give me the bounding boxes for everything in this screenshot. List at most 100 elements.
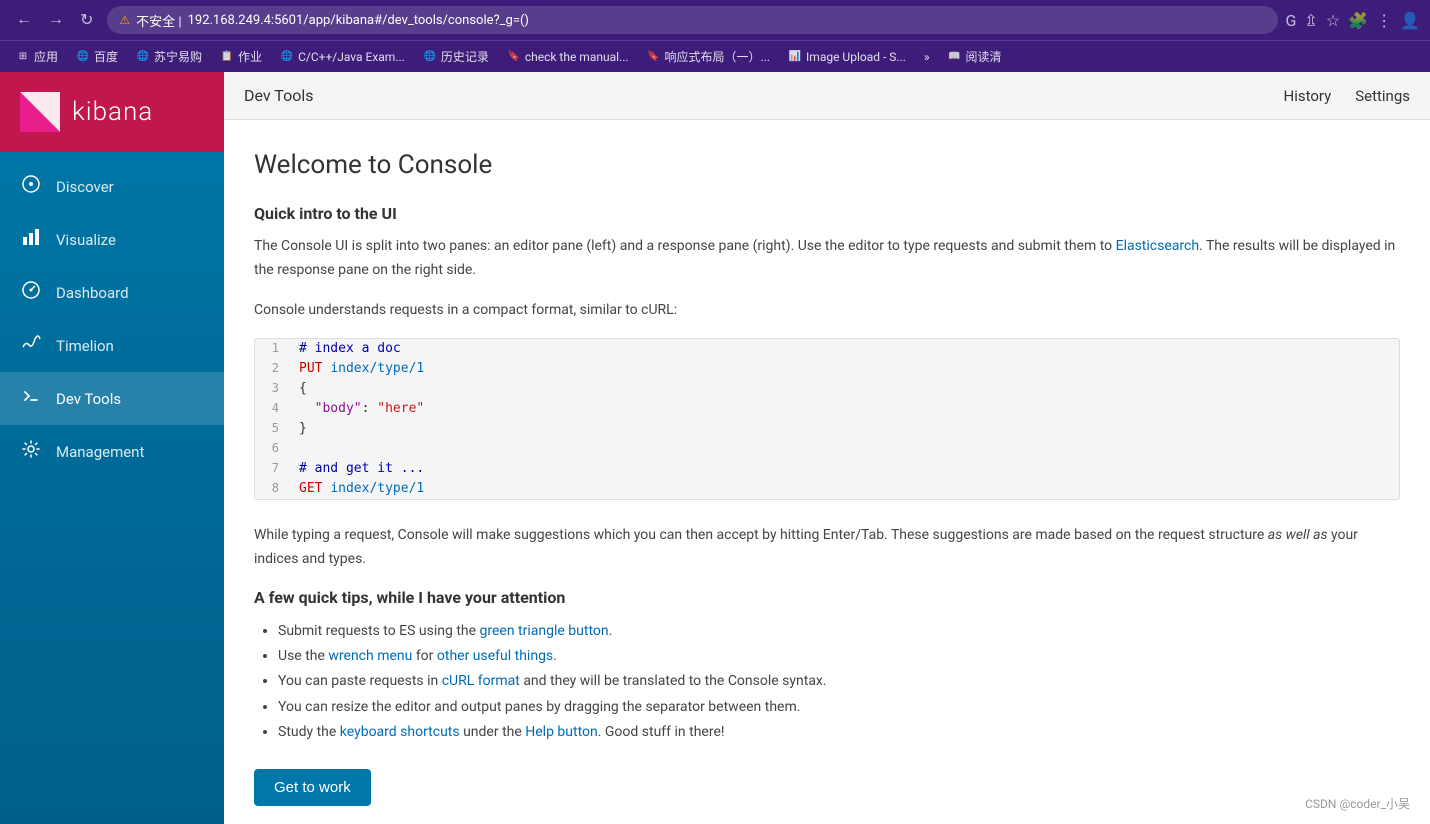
code-content-8: GET index/type/1 (291, 479, 1399, 498)
code-example-block: 1 # index a doc 2 PUT index/type/1 3 { 4 (254, 338, 1400, 500)
sidebar-item-management[interactable]: Management (0, 425, 224, 478)
green-triangle-link[interactable]: green triangle button (480, 623, 609, 639)
bookmark-manual[interactable]: 🔖 check the manual... (499, 47, 637, 67)
forward-button[interactable]: → (42, 7, 70, 33)
visualize-icon (20, 227, 42, 252)
back-button[interactable]: ← (10, 7, 38, 33)
bookmark-suning-label: 苏宁易购 (154, 48, 202, 65)
code-content-6 (291, 439, 1399, 443)
sidebar-item-dashboard[interactable]: Dashboard (0, 266, 224, 319)
sidebar-item-dashboard-label: Dashboard (56, 284, 129, 302)
sidebar-logo-text: kibana (72, 97, 153, 127)
code-content-7: # and get it ... (291, 459, 1399, 478)
translate-icon[interactable]: G (1286, 11, 1297, 30)
code-content-2: PUT index/type/1 (291, 359, 1399, 378)
bookmark-more-label: » (924, 50, 930, 64)
value-here: "here" (377, 401, 424, 416)
bookmark-manual-label: check the manual... (525, 50, 629, 64)
sidebar-item-devtools[interactable]: Dev Tools (0, 372, 224, 425)
history-bk-icon: 🌐 (423, 50, 437, 64)
bookmark-zuoye-label: 作业 (238, 48, 262, 65)
bookmark-zuoye[interactable]: 📋 作业 (212, 45, 270, 68)
url-value: 192.168.249.4:5601/app/kibana#/dev_tools… (188, 13, 529, 28)
suning-icon: 🌐 (136, 50, 150, 64)
sidebar-item-timelion[interactable]: Timelion (0, 319, 224, 372)
get-path: index/type/1 (330, 481, 424, 496)
apps-icon: ⊞ (16, 50, 30, 64)
bookmark-more[interactable]: » (916, 47, 938, 67)
keyboard-shortcuts-link[interactable]: keyboard shortcuts (340, 724, 460, 740)
code-line-1: 1 # index a doc (255, 339, 1399, 359)
extensions-icon[interactable]: 🧩 (1348, 11, 1368, 30)
curl-format-link[interactable]: cURL format (442, 673, 520, 689)
bookmark-suning[interactable]: 🌐 苏宁易购 (128, 45, 210, 68)
bookmark-read[interactable]: 📖 阅读清 (940, 45, 1010, 68)
share-icon[interactable]: ⇫ (1304, 11, 1317, 30)
bookmark-history[interactable]: 🌐 历史记录 (415, 45, 497, 68)
key-body: "body" (315, 401, 362, 416)
code-content-3: { (291, 379, 1399, 398)
welcome-panel: Welcome to Console Quick intro to the UI… (224, 120, 1430, 824)
put-method: PUT (299, 361, 322, 376)
bookmark-icon[interactable]: ☆ (1326, 11, 1340, 30)
address-bar[interactable]: ⚠ 不安全 | 192.168.249.4:5601/app/kibana#/d… (107, 6, 1277, 34)
zuoye-icon: 📋 (220, 50, 234, 64)
code-content-1: # index a doc (291, 339, 1399, 358)
browser-toolbar-icons: G ⇫ ☆ 🧩 ⋮ 👤 (1286, 11, 1421, 30)
welcome-title: Welcome to Console (254, 150, 1400, 180)
url-text: 不安全 | (136, 11, 181, 30)
settings-link[interactable]: Settings (1355, 87, 1410, 105)
line-num-3: 3 (255, 379, 291, 395)
get-method: GET (299, 481, 322, 496)
sidebar-navigation: Discover Visualize (0, 152, 224, 824)
code-line-8: 8 GET index/type/1 (255, 479, 1399, 499)
bookmark-cpp[interactable]: 🌐 C/C++/Java Exam... (272, 47, 413, 67)
intro-paragraph-1: The Console UI is split into two panes: … (254, 235, 1400, 283)
sidebar-item-devtools-label: Dev Tools (56, 390, 121, 408)
code-content-4: "body": "here" (291, 399, 1399, 418)
code-line-5: 5 } (255, 419, 1399, 439)
refresh-button[interactable]: ↻ (74, 6, 99, 34)
sidebar: kibana Discover (0, 72, 224, 824)
useful-things-link[interactable]: other useful things (437, 648, 553, 664)
menu-icon[interactable]: ⋮ (1376, 11, 1392, 30)
bookmark-image-upload[interactable]: 📊 Image Upload - S... (780, 47, 914, 67)
sidebar-item-discover[interactable]: Discover (0, 160, 224, 213)
dashboard-icon (20, 280, 42, 305)
code-line-2: 2 PUT index/type/1 (255, 359, 1399, 379)
app-layout: kibana Discover (0, 72, 1430, 824)
responsive-icon: 🔖 (647, 50, 661, 64)
help-button-link[interactable]: Help button (525, 724, 597, 740)
manual-icon: 🔖 (507, 50, 521, 64)
suggestions-paragraph: While typing a request, Console will mak… (254, 524, 1400, 572)
devtools-icon (20, 386, 42, 411)
baidu-icon: 🌐 (76, 50, 90, 64)
get-to-work-button[interactable]: Get to work (254, 769, 371, 806)
cpp-icon: 🌐 (280, 50, 294, 64)
line-num-2: 2 (255, 359, 291, 375)
browser-chrome: ← → ↻ ⚠ 不安全 | 192.168.249.4:5601/app/kib… (0, 0, 1430, 40)
put-path: index/type/1 (330, 361, 424, 376)
account-icon[interactable]: 👤 (1400, 11, 1420, 30)
bookmark-baidu[interactable]: 🌐 百度 (68, 45, 126, 68)
devtools-header: Dev Tools History Settings (224, 72, 1430, 120)
kibana-logo-icon (20, 92, 60, 132)
wrench-menu-link[interactable]: wrench menu (328, 648, 412, 664)
tip-item-4: You can resize the editor and output pan… (278, 695, 1400, 720)
bookmarks-bar: ⊞ 应用 🌐 百度 🌐 苏宁易购 📋 作业 🌐 C/C++/Java Exam.… (0, 40, 1430, 72)
footer-watermark: CSDN @coder_小吴 (1305, 795, 1410, 812)
elasticsearch-link[interactable]: Elasticsearch (1116, 238, 1199, 254)
sidebar-item-visualize[interactable]: Visualize (0, 213, 224, 266)
bookmark-read-label: 阅读清 (966, 48, 1002, 65)
tip-item-2: Use the wrench menu for other useful thi… (278, 644, 1400, 669)
history-link[interactable]: History (1284, 87, 1332, 105)
bookmark-baidu-label: 百度 (94, 48, 118, 65)
quick-intro-title: Quick intro to the UI (254, 204, 1400, 223)
line-num-7: 7 (255, 459, 291, 475)
line-num-1: 1 (255, 339, 291, 355)
bookmark-responsive[interactable]: 🔖 响应式布局（一）... (639, 45, 779, 68)
code-line-3: 3 { (255, 379, 1399, 399)
timelion-icon (20, 333, 42, 358)
bookmark-apps[interactable]: ⊞ 应用 (8, 45, 66, 68)
bookmark-image-upload-label: Image Upload - S... (806, 50, 906, 64)
